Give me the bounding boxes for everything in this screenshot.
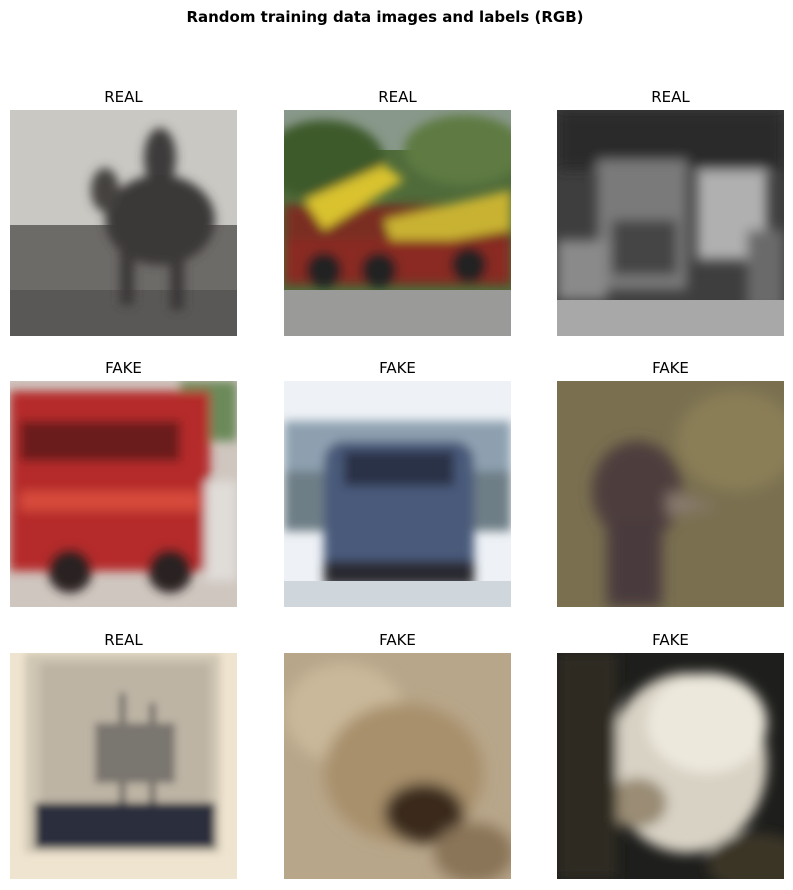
image-truck-gray — [557, 110, 784, 336]
image-blue-car — [284, 381, 511, 607]
image-horse-rider — [10, 110, 237, 336]
cell-label: REAL — [378, 88, 417, 106]
grid-cell-5: FAKE — [284, 357, 511, 607]
grid-cell-3: REAL — [557, 86, 784, 336]
grid-cell-8: FAKE — [284, 629, 511, 879]
image-red-truck — [10, 381, 237, 607]
grid-cell-1: REAL — [10, 86, 237, 336]
cell-label: FAKE — [652, 359, 689, 377]
grid-cell-9: FAKE — [557, 629, 784, 879]
grid-cell-4: FAKE — [10, 357, 237, 607]
cell-label: REAL — [651, 88, 690, 106]
cell-label: REAL — [104, 631, 143, 649]
image-white-dog — [557, 653, 784, 879]
cell-label: REAL — [104, 88, 143, 106]
image-yellow-truck — [284, 110, 511, 336]
cell-label: FAKE — [652, 631, 689, 649]
grid-cell-6: FAKE — [557, 357, 784, 607]
cell-label: FAKE — [379, 359, 416, 377]
image-tan-animal — [284, 653, 511, 879]
image-ostrich — [557, 381, 784, 607]
cell-label: FAKE — [105, 359, 142, 377]
grid-cell-2: REAL — [284, 86, 511, 336]
image-sailing-ship — [10, 653, 237, 879]
figure-title: Random training data images and labels (… — [186, 8, 584, 26]
grid-cell-7: REAL — [10, 629, 237, 879]
cell-label: FAKE — [379, 631, 416, 649]
